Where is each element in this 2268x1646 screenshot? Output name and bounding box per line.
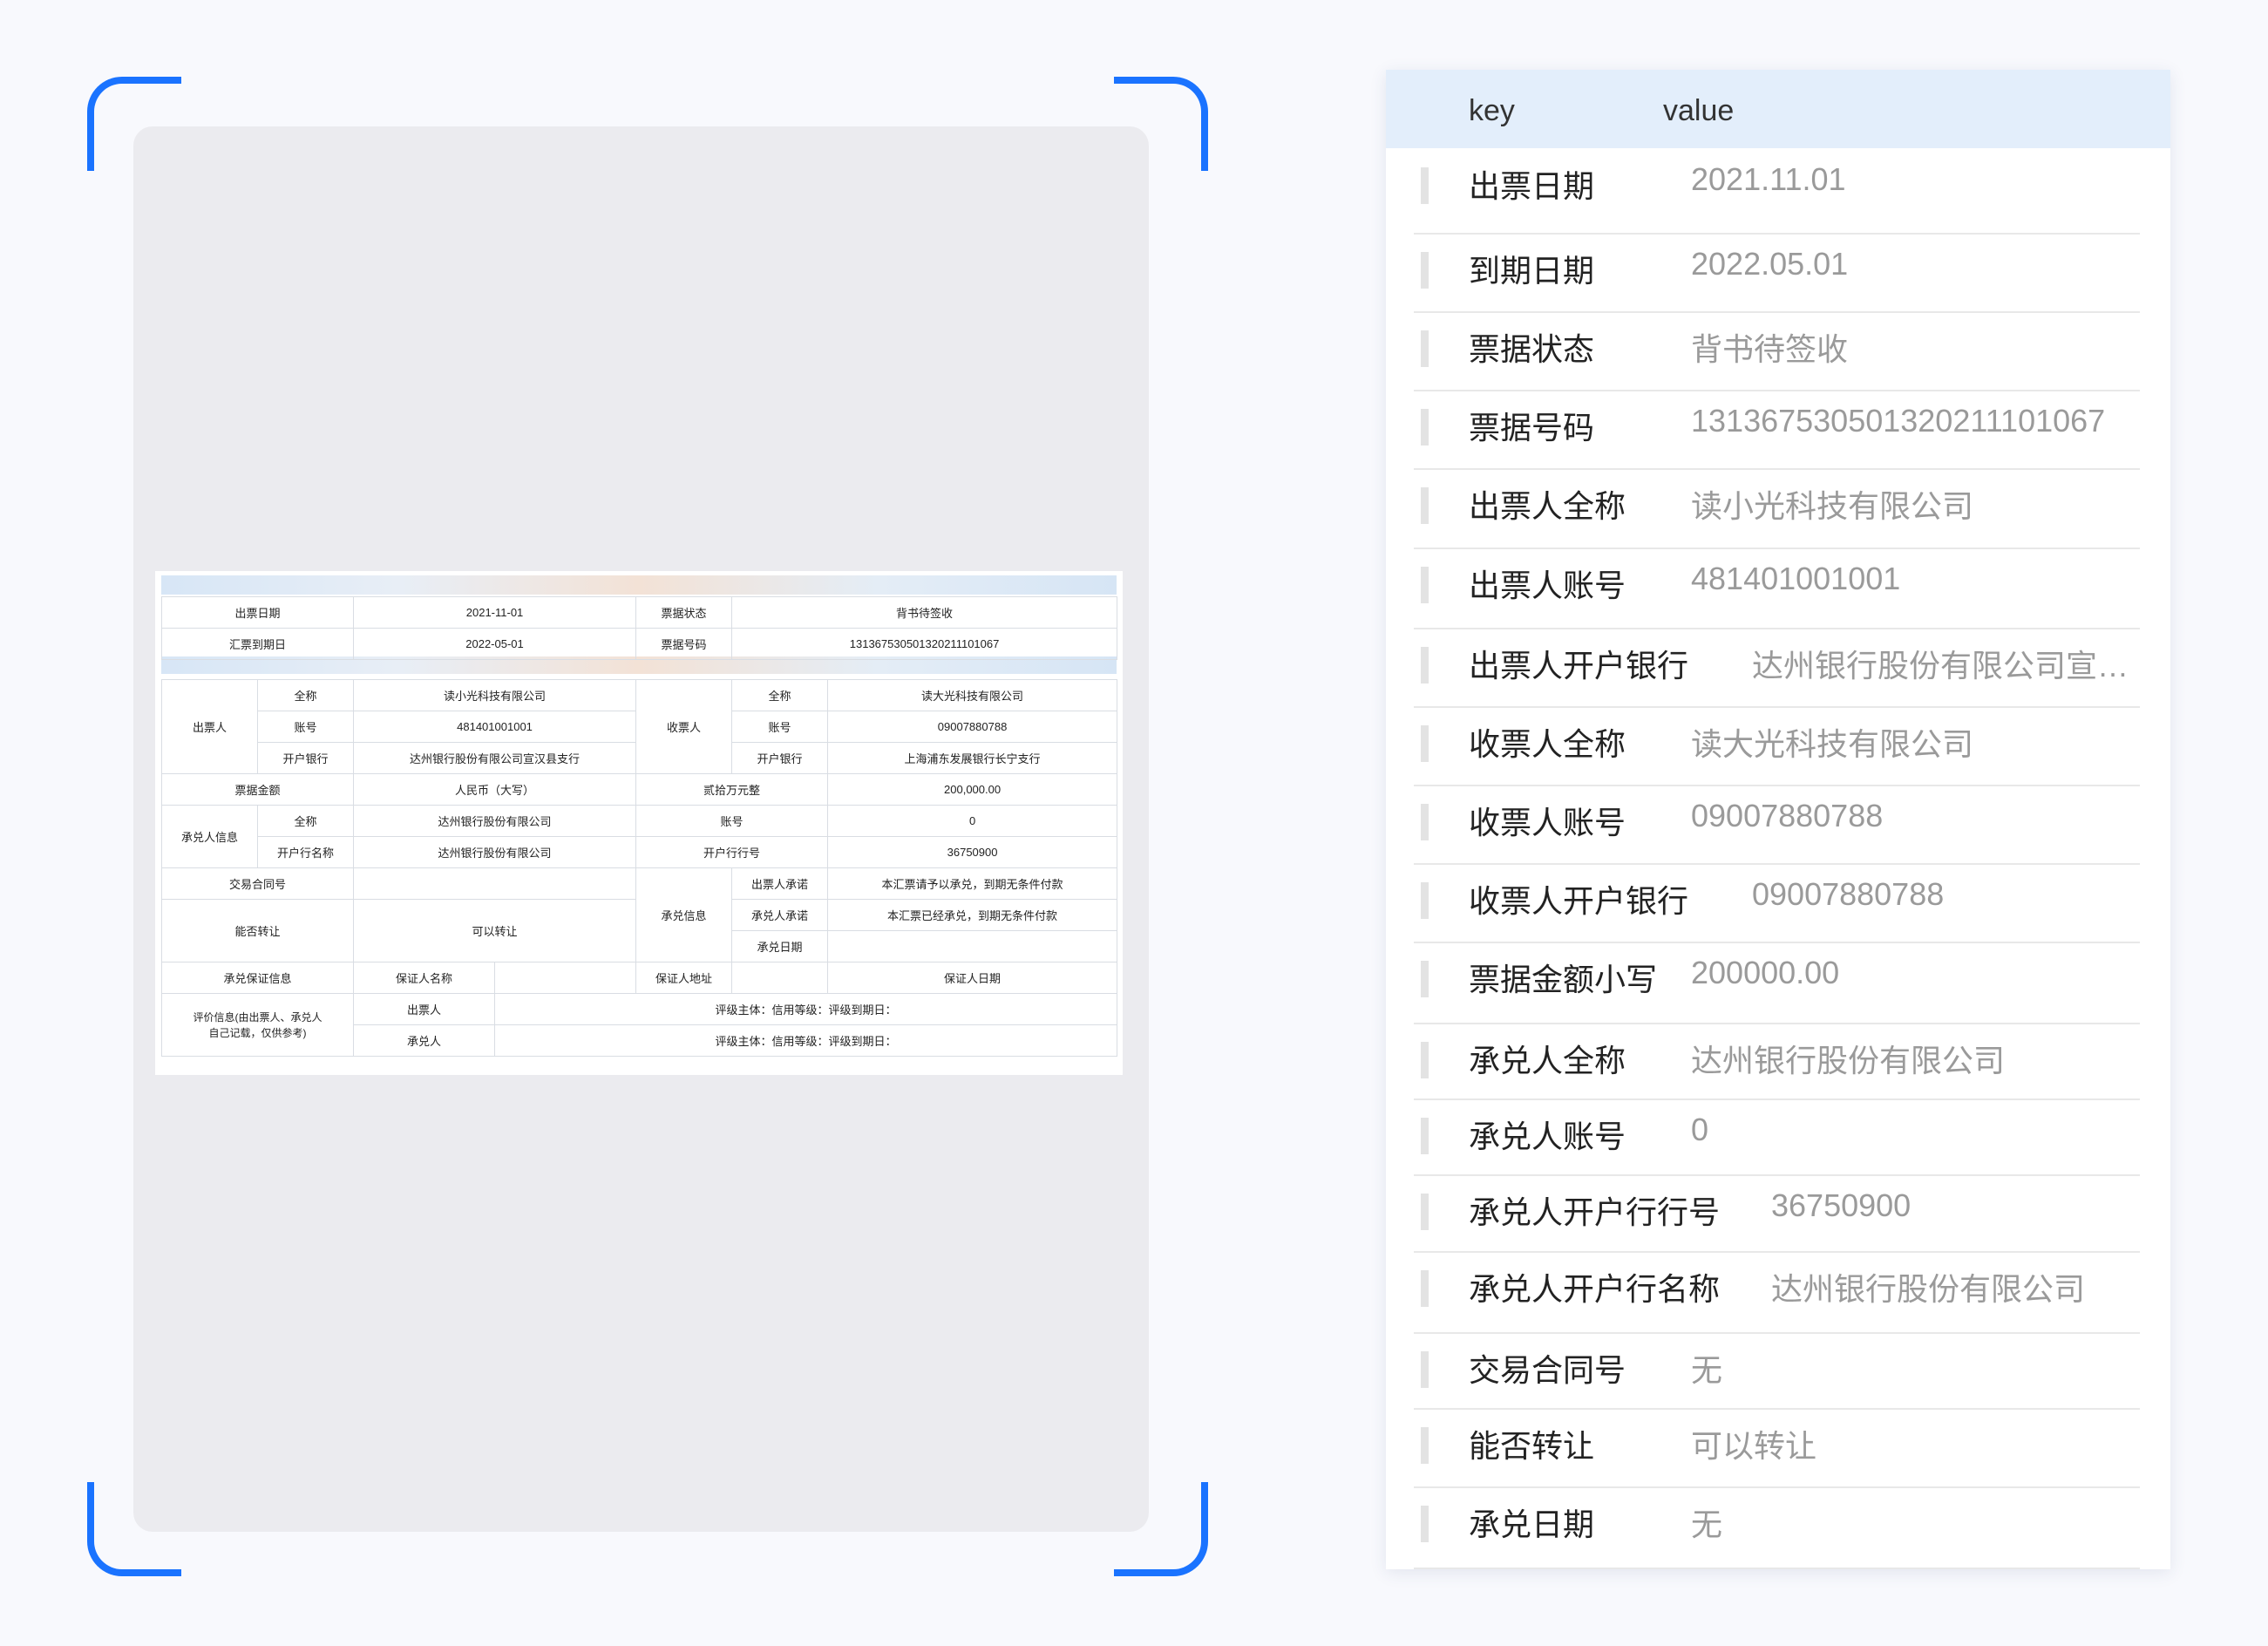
row-indicator-bar: [1421, 1506, 1429, 1542]
result-key: 出票人全称: [1469, 488, 1626, 524]
result-value: 09007880788: [1691, 798, 1884, 833]
bill-row-rating-drawer: 评价信息(由出票人、承兑人 自己记载，仅供参考) 出票人 评级主体：信用等级：评…: [160, 993, 1118, 1057]
header-key: key: [1469, 94, 1515, 127]
bill-row-acceptor-bank: 开户行名称 达州银行股份有限公司 开户行行号 36750900: [162, 836, 1118, 868]
result-key: 出票人账号: [1469, 568, 1626, 603]
row-indicator-bar: [1421, 1427, 1429, 1464]
row-indicator-bar: [1421, 882, 1429, 919]
result-value: 131367530501320211101067: [1691, 403, 2106, 439]
row-indicator-bar: [1421, 409, 1429, 446]
bill-row-contract: 交易合同号 承兑信息 出票人承诺 本汇票请予以承兑，到期无条件付款: [160, 867, 1118, 962]
row-indicator-bar: [1421, 804, 1429, 840]
result-value: 达州银行股份有限公司: [1691, 1043, 2006, 1078]
result-row: 收票人账号 09007880788: [1414, 785, 2140, 865]
result-value: 达州银行股份有限公司: [1771, 1271, 2086, 1307]
row-indicator-bar: [1421, 1042, 1429, 1078]
row-indicator-bar: [1421, 487, 1429, 524]
result-row: 到期日期 2022.05.01: [1414, 233, 2140, 313]
result-row: 收票人开户银行 09007880788: [1414, 863, 2140, 943]
result-value: 09007880788: [1752, 876, 1945, 912]
row-indicator-bar: [1421, 567, 1429, 603]
row-indicator-bar: [1421, 167, 1429, 204]
result-key: 承兑人账号: [1469, 1119, 1626, 1154]
result-value: 2022.05.01: [1691, 246, 1849, 282]
bill-row-issue-date: 出票日期 2021-11-01 票据状态 背书待签收: [160, 596, 1118, 629]
result-key: 票据号码: [1469, 410, 1595, 446]
row-indicator-bar: [1421, 961, 1429, 997]
result-value: 481401001001: [1691, 561, 1901, 596]
row-indicator-bar: [1421, 1270, 1429, 1307]
result-key: 承兑人全称: [1469, 1043, 1626, 1078]
result-key: 出票日期: [1469, 168, 1595, 204]
result-row: 承兑人账号 0: [1414, 1098, 2140, 1176]
row-indicator-bar: [1421, 1194, 1429, 1230]
result-value: 无: [1691, 1507, 1723, 1542]
result-key: 收票人全称: [1469, 726, 1626, 762]
result-row: 出票日期 2021.11.01: [1414, 148, 2140, 235]
result-key: 票据金额小写: [1469, 962, 1658, 997]
result-row: 出票人账号 481401001001: [1414, 548, 2140, 629]
result-key: 承兑人开户行行号: [1469, 1194, 1721, 1230]
row-indicator-bar: [1421, 252, 1429, 289]
bill-row-amount: 票据金额 人民币（大写） 贰拾万元整 200,000.00: [160, 773, 1118, 806]
result-key: 能否转让: [1469, 1428, 1595, 1464]
row-indicator-bar: [1421, 1351, 1429, 1388]
result-key: 到期日期: [1469, 253, 1595, 289]
result-key: 收票人账号: [1469, 805, 1626, 840]
result-row: 交易合同号 无: [1414, 1332, 2140, 1410]
result-value: 可以转让: [1691, 1428, 1817, 1464]
result-panel: key value 出票日期 2021.11.01 到期日期 2022.05.01 票据…: [1386, 70, 2170, 1569]
row-indicator-bar: [1421, 1118, 1429, 1154]
result-row: 收票人全称 读大光科技有限公司: [1414, 706, 2140, 786]
result-row: 票据号码 131367530501320211101067: [1414, 390, 2140, 470]
result-row: 能否转让 可以转让: [1414, 1408, 2140, 1488]
result-value: 36750900: [1771, 1187, 1912, 1223]
bill-row-due-date: 汇票到期日 2022-05-01 票据号码 131367530501320211…: [160, 628, 1118, 660]
bill-table: 出票日期 2021-11-01 票据状态 背书待签收 汇票到期日 2022-05…: [160, 596, 1118, 1057]
result-table-header: key value: [1386, 70, 2170, 148]
result-value: 达州银行股份有限公司宣汉...: [1752, 648, 2136, 684]
bill-row-guarantee: 承兑保证信息 保证人名称 保证人地址 保证人日期: [160, 962, 1118, 994]
result-key: 票据状态: [1469, 331, 1595, 367]
result-value: 读大光科技有限公司: [1691, 726, 1974, 762]
result-key: 交易合同号: [1469, 1352, 1626, 1388]
result-key: 出票人开户银行: [1469, 648, 1689, 684]
result-value: 2021.11.01: [1691, 161, 1846, 197]
row-indicator-bar: [1421, 330, 1429, 367]
result-key: 承兑人开户行名称: [1469, 1271, 1721, 1307]
result-row: 票据金额小写 200000.00: [1414, 942, 2140, 1024]
result-row: 承兑人开户行名称 达州银行股份有限公司: [1414, 1251, 2140, 1334]
result-value: 无: [1691, 1352, 1723, 1388]
result-row: 票据状态 背书待签收: [1414, 311, 2140, 391]
result-row: 承兑人全称 达州银行股份有限公司: [1414, 1023, 2140, 1100]
bill-row-drawer-name: 出票人 全称 读小光科技有限公司 收票人 全称 读大光科技有限公司: [161, 679, 1118, 774]
header-value: value: [1663, 94, 1735, 127]
result-row: 承兑日期 无: [1414, 1486, 2140, 1569]
bill-image: 出票日期 2021-11-01 票据状态 背书待签收 汇票到期日 2022-05…: [155, 571, 1123, 1075]
result-row: 出票人开户银行 达州银行股份有限公司宣汉...: [1414, 628, 2140, 708]
result-key: 收票人开户银行: [1469, 883, 1689, 919]
result-value: 背书待签收: [1691, 331, 1849, 367]
bill-header-band: [161, 575, 1117, 595]
row-indicator-bar: [1421, 647, 1429, 684]
result-value: 200000.00: [1691, 955, 1840, 990]
result-row: 承兑人开户行行号 36750900: [1414, 1174, 2140, 1253]
result-value: 读小光科技有限公司: [1691, 488, 1974, 524]
result-row: 出票人全称 读小光科技有限公司: [1414, 468, 2140, 549]
result-value: 0: [1691, 1112, 1709, 1147]
result-key: 承兑日期: [1469, 1507, 1595, 1542]
bill-row-acceptor-name: 承兑人信息 全称 达州银行股份有限公司 账号 0: [161, 805, 1118, 868]
row-indicator-bar: [1421, 725, 1429, 762]
